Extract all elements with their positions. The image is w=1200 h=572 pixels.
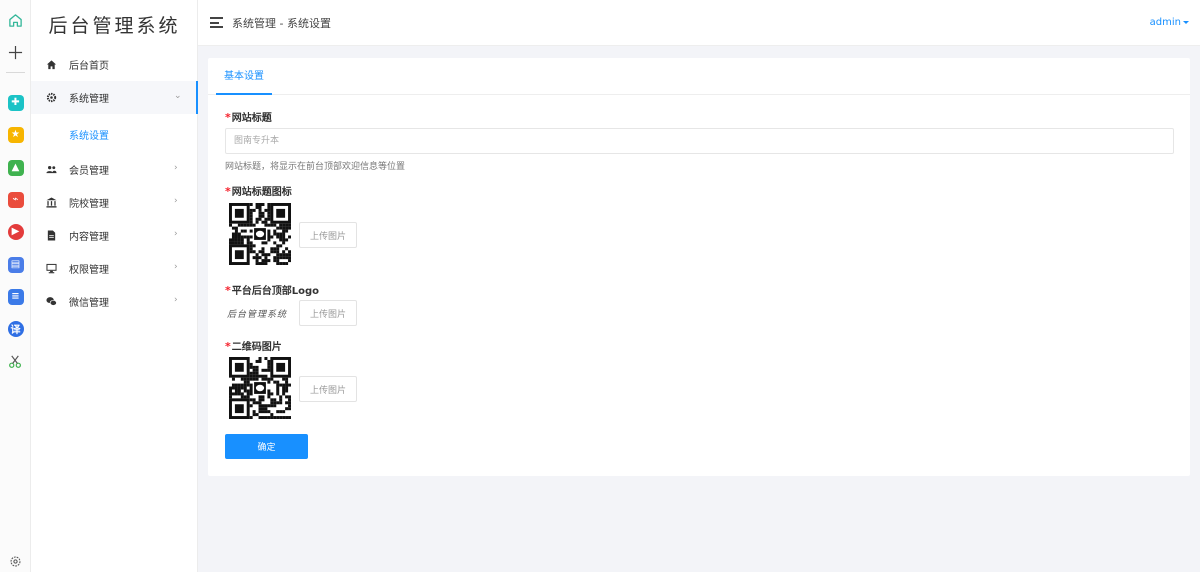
site-icon-qr-image [229, 203, 291, 265]
brand-title: 后台管理系统 [48, 14, 181, 37]
app-translate-icon[interactable]: 译 [7, 320, 24, 337]
breadcrumb: 系统管理 - 系统设置 [232, 17, 331, 30]
site-title-hint: 网站标题，将显示在前台顶部欢迎信息等位置 [225, 162, 406, 172]
settings-card: 基本设置 *网站标题 网站标题，将显示在前台顶部欢迎信息等位置 *网站标题图标 … [208, 58, 1190, 476]
qr-image-upload-button[interactable]: 上传图片 [299, 376, 357, 402]
monitor-icon [46, 263, 57, 274]
chevron-right-icon: › [174, 196, 178, 206]
required-mark: * [225, 185, 231, 198]
top-header: 系统管理 - 系统设置 admin [198, 0, 1200, 46]
chevron-right-icon: › [174, 295, 178, 305]
site-icon-upload-button[interactable]: 上传图片 [299, 222, 357, 248]
settings-icon[interactable] [7, 553, 24, 570]
chevron-right-icon: › [174, 262, 178, 272]
app-cross-icon[interactable]: ✚ [7, 94, 24, 111]
qr-image-preview [229, 357, 291, 419]
sidebar-item-system[interactable]: 系统管理 ⌄ [31, 81, 198, 114]
chevron-down-icon: ⌄ [174, 91, 182, 101]
plus-icon[interactable] [7, 44, 24, 61]
sidebar-item-label: 微信管理 [69, 298, 109, 309]
tab-basic-settings[interactable]: 基本设置 [216, 58, 272, 95]
gear-icon [46, 92, 57, 103]
sidebar-item-home[interactable]: 后台首页 [31, 48, 198, 81]
required-mark: * [225, 340, 231, 353]
wechat-icon [46, 297, 57, 306]
sidebar-item-schools[interactable]: 院校管理 › [31, 186, 198, 219]
top-logo-preview: 后台管理系统 [227, 310, 288, 320]
site-title-input[interactable] [225, 128, 1174, 154]
users-icon [46, 166, 57, 174]
required-mark: * [225, 111, 231, 124]
tab-bar: 基本设置 [208, 58, 1190, 95]
submit-button[interactable]: 确定 [225, 434, 308, 459]
app-video-icon[interactable]: ▶ [7, 223, 24, 240]
app-image-icon[interactable]: ▲ [7, 159, 24, 176]
sidebar-item-permissions[interactable]: 权限管理 › [31, 252, 198, 285]
qr-image-label: *二维码图片 [225, 340, 282, 353]
app-star-icon[interactable]: ★ [7, 126, 24, 143]
app-pdf-icon[interactable]: ⌁ [7, 191, 24, 208]
sidebar: 后台管理系统 后台首页 系统管理 ⌄ 系统设置 会员管理 › 院校管理 › 内容… [31, 0, 198, 572]
home-icon [46, 60, 57, 70]
app-chart-icon[interactable]: ▤ [7, 256, 24, 273]
required-mark: * [225, 284, 231, 297]
dock-divider [6, 72, 25, 73]
sidebar-item-label: 权限管理 [69, 265, 109, 276]
site-icon-label: *网站标题图标 [225, 185, 292, 198]
menu-toggle-icon[interactable] [210, 17, 223, 28]
sidebar-item-label: 系统设置 [69, 131, 109, 142]
sidebar-item-label: 内容管理 [69, 232, 109, 243]
sidebar-item-content[interactable]: 内容管理 › [31, 219, 198, 252]
top-logo-upload-button[interactable]: 上传图片 [299, 300, 357, 326]
sidebar-item-label: 会员管理 [69, 166, 109, 177]
bank-icon [46, 197, 57, 208]
document-icon [47, 230, 56, 241]
app-document-icon[interactable]: ≡ [7, 288, 24, 305]
sidebar-item-wechat[interactable]: 微信管理 › [31, 285, 198, 318]
sidebar-item-system-settings[interactable]: 系统设置 [31, 118, 198, 148]
sidebar-item-label: 系统管理 [69, 94, 109, 105]
app-dock: ✚ ★ ▲ ⌁ ▶ ▤ ≡ 译 [0, 0, 31, 572]
sidebar-item-members[interactable]: 会员管理 › [31, 153, 198, 186]
site-title-label: *网站标题 [225, 111, 272, 124]
sidebar-item-label: 后台首页 [69, 61, 109, 72]
scissors-icon[interactable] [7, 353, 24, 370]
home-icon[interactable] [7, 12, 24, 29]
chevron-right-icon: › [174, 163, 178, 173]
sidebar-item-label: 院校管理 [69, 199, 109, 210]
user-menu[interactable]: admin [1150, 17, 1189, 28]
chevron-right-icon: › [174, 229, 178, 239]
top-logo-label: *平台后台顶部Logo [225, 284, 320, 297]
